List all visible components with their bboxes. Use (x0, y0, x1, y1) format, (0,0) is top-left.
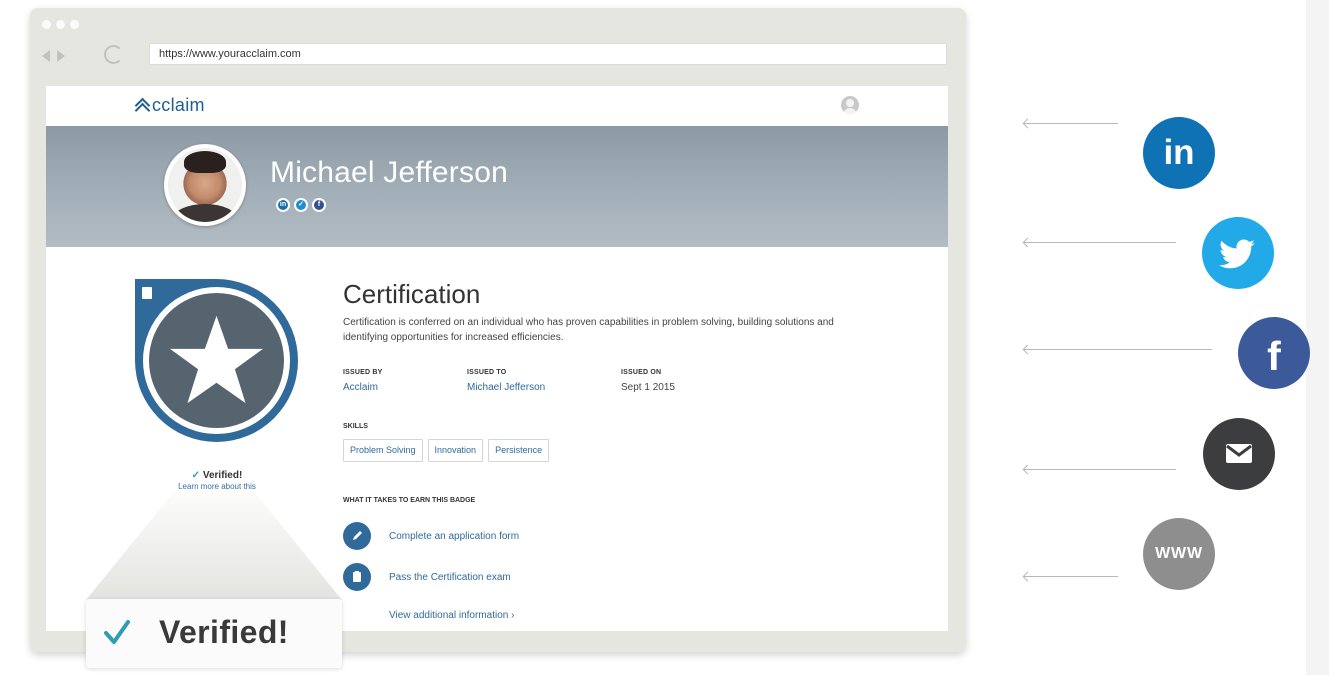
reload-icon[interactable] (104, 45, 123, 64)
check-icon (104, 620, 130, 644)
envelope-icon (1226, 444, 1252, 463)
skills-label: SKILLS (343, 423, 368, 430)
book-icon (142, 287, 152, 299)
email-share-icon[interactable] (1203, 418, 1275, 490)
window-dot[interactable] (70, 20, 79, 29)
issued-by-label: ISSUED BY (343, 369, 383, 376)
facebook-share-icon[interactable]: f (1238, 317, 1310, 389)
user-account-icon[interactable] (841, 96, 859, 114)
skill-tag[interactable]: Persistence (488, 439, 550, 462)
arrow-icon (1024, 123, 1118, 124)
skill-tag[interactable]: Innovation (427, 439, 484, 462)
pencil-icon (343, 522, 371, 550)
avatar-photo (168, 148, 242, 222)
criteria-step[interactable]: Pass the Certification exam (343, 563, 511, 591)
verified-callout: Verified! (86, 599, 342, 668)
forward-arrow-icon[interactable] (57, 50, 65, 62)
linkedin-icon[interactable]: in (276, 198, 290, 212)
issued-to-label: ISSUED TO (467, 369, 507, 376)
check-icon: ✓ (191, 470, 201, 481)
address-bar[interactable]: https://www.youracclaim.com (149, 43, 947, 65)
certification-badge (135, 279, 298, 442)
clipboard-icon (343, 563, 371, 591)
arrow-icon (1024, 349, 1212, 350)
page-edge (1306, 0, 1329, 675)
linkedin-share-icon[interactable]: in (1143, 117, 1215, 189)
arrow-icon (1024, 576, 1118, 577)
arrow-icon (1024, 469, 1176, 470)
skill-tag[interactable]: Problem Solving (343, 439, 423, 462)
criteria-step-label: Complete an application form (389, 530, 520, 542)
profile-header: Michael Jefferson in ✓ f (46, 126, 948, 247)
criteria-step-label: Pass the Certification exam (389, 571, 511, 583)
issued-by-link[interactable]: Acclaim (343, 382, 378, 393)
window-dot[interactable] (42, 20, 51, 29)
arrow-icon (1024, 242, 1176, 243)
profile-social-links: in ✓ f (276, 198, 326, 212)
twitter-icon[interactable]: ✓ (294, 198, 308, 212)
facebook-icon[interactable]: f (312, 198, 326, 212)
verified-status: ✓ Verified! (172, 470, 262, 481)
star-icon (170, 315, 263, 404)
verified-small-label: Verified! (202, 470, 243, 481)
badge-title: Certification (343, 279, 481, 309)
view-additional-info-link[interactable]: View additional information › (389, 610, 514, 621)
issued-on-value: Sept 1 2015 (621, 382, 675, 393)
back-arrow-icon[interactable] (42, 50, 50, 62)
window-controls (42, 20, 79, 29)
twitter-share-icon[interactable] (1202, 217, 1274, 289)
skills-list: Problem Solving Innovation Persistence (343, 439, 550, 462)
logo-text: cclaim (152, 95, 205, 115)
criteria-step[interactable]: Complete an application form (343, 522, 519, 550)
issued-to-link[interactable]: Michael Jefferson (467, 382, 545, 393)
website-share-icon[interactable]: WWW (1143, 518, 1215, 590)
avatar (164, 144, 246, 226)
window-dot[interactable] (56, 20, 65, 29)
acclaim-logo[interactable]: cclaim (134, 95, 205, 119)
profile-name: Michael Jefferson (270, 156, 508, 189)
badge-description: Certification is conferred on an individ… (343, 317, 834, 343)
earn-criteria-label: WHAT IT TAKES TO EARN THIS BADGE (343, 497, 476, 504)
twitter-bird-icon (1219, 239, 1255, 269)
verified-label: Verified! (159, 614, 289, 650)
acclaim-logo-icon (134, 97, 151, 119)
issued-on-label: ISSUED ON (621, 369, 662, 376)
